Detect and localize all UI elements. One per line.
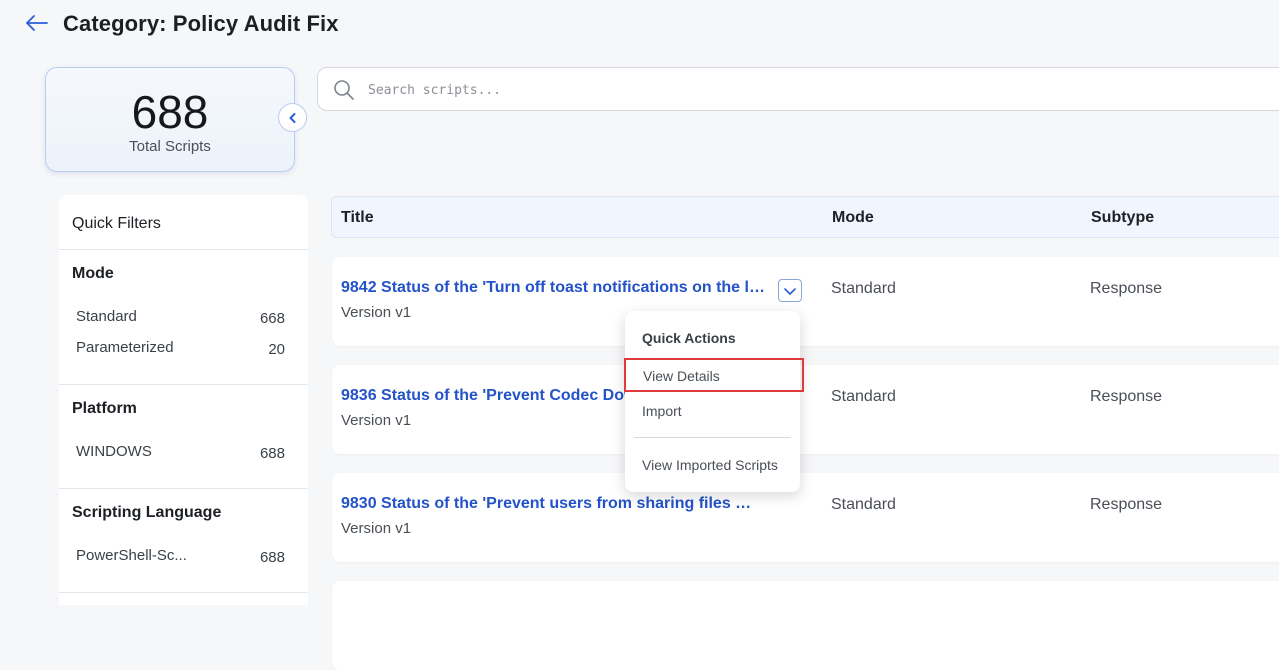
divider	[59, 384, 308, 385]
divider	[59, 249, 308, 250]
script-mode: Standard	[831, 280, 896, 297]
script-title-link[interactable]: 9830 Status of the 'Prevent users from s…	[341, 495, 753, 513]
divider	[59, 488, 308, 489]
script-subtype: Response	[1090, 280, 1163, 297]
table-row[interactable]: 9830 Status of the 'Prevent users from s…	[332, 473, 1279, 562]
page-title: Category: Policy Audit Fix	[63, 11, 339, 36]
script-subtype: Response	[1090, 496, 1163, 513]
script-title-link[interactable]: 9842 Status of the 'Turn off toast notif…	[341, 279, 766, 297]
filter-option-parameterized[interactable]: Parameterized	[76, 339, 174, 356]
column-header-subtype[interactable]: Subtype	[1091, 209, 1154, 227]
script-version: Version v1	[341, 304, 412, 321]
filter-count-parameterized: 20	[268, 341, 285, 358]
table-row[interactable]: 9836 Status of the 'Prevent Codec Downlo…	[332, 365, 1279, 454]
filter-section-platform-title: Platform	[72, 400, 137, 417]
menu-item-import[interactable]: Import	[625, 395, 800, 429]
search-input[interactable]	[368, 78, 968, 102]
filter-count-standard: 668	[259, 310, 285, 327]
menu-item-view-imported-scripts[interactable]: View Imported Scripts	[625, 449, 800, 483]
column-header-title[interactable]: Title	[341, 209, 374, 227]
script-subtype: Response	[1090, 388, 1163, 405]
total-scripts-label: Total Scripts	[129, 138, 211, 155]
filter-option-standard[interactable]: Standard	[76, 308, 137, 325]
quick-actions-toggle[interactable]	[778, 279, 802, 302]
filter-section-mode-title: Mode	[72, 265, 114, 282]
search-box[interactable]	[317, 67, 1279, 111]
search-icon	[333, 79, 355, 101]
menu-item-view-details[interactable]: View Details	[624, 358, 804, 392]
script-mode: Standard	[831, 496, 896, 513]
chevron-down-icon	[784, 287, 796, 295]
quick-actions-title: Quick Actions	[642, 330, 736, 346]
back-arrow-icon[interactable]	[24, 12, 50, 34]
chevron-left-icon	[289, 112, 295, 123]
column-header-mode[interactable]: Mode	[832, 209, 874, 227]
script-mode: Standard	[831, 388, 896, 405]
quick-filters-panel: Quick Filters Mode Standard 668 Paramete…	[59, 195, 308, 605]
collapse-panel-button[interactable]	[278, 103, 307, 132]
filter-section-scripting-language-title: Scripting Language	[72, 504, 222, 521]
filter-count-windows: 688	[259, 445, 285, 462]
quick-actions-menu: Quick Actions View Details Import View I…	[624, 311, 804, 492]
menu-divider	[634, 437, 791, 438]
filter-count-powershell: 688	[259, 549, 285, 566]
script-version: Version v1	[341, 412, 412, 429]
total-scripts-count: 688	[131, 86, 209, 138]
table-row[interactable]	[332, 581, 1279, 670]
quick-filters-title: Quick Filters	[72, 215, 161, 232]
table-header: Title Mode Subtype	[331, 196, 1279, 238]
script-version: Version v1	[341, 520, 412, 537]
total-scripts-card: 688 Total Scripts	[45, 67, 295, 172]
filter-option-windows[interactable]: WINDOWS	[76, 443, 152, 460]
filter-option-powershell[interactable]: PowerShell-Sc...	[76, 547, 187, 564]
table-row[interactable]: 9842 Status of the 'Turn off toast notif…	[332, 257, 1279, 346]
